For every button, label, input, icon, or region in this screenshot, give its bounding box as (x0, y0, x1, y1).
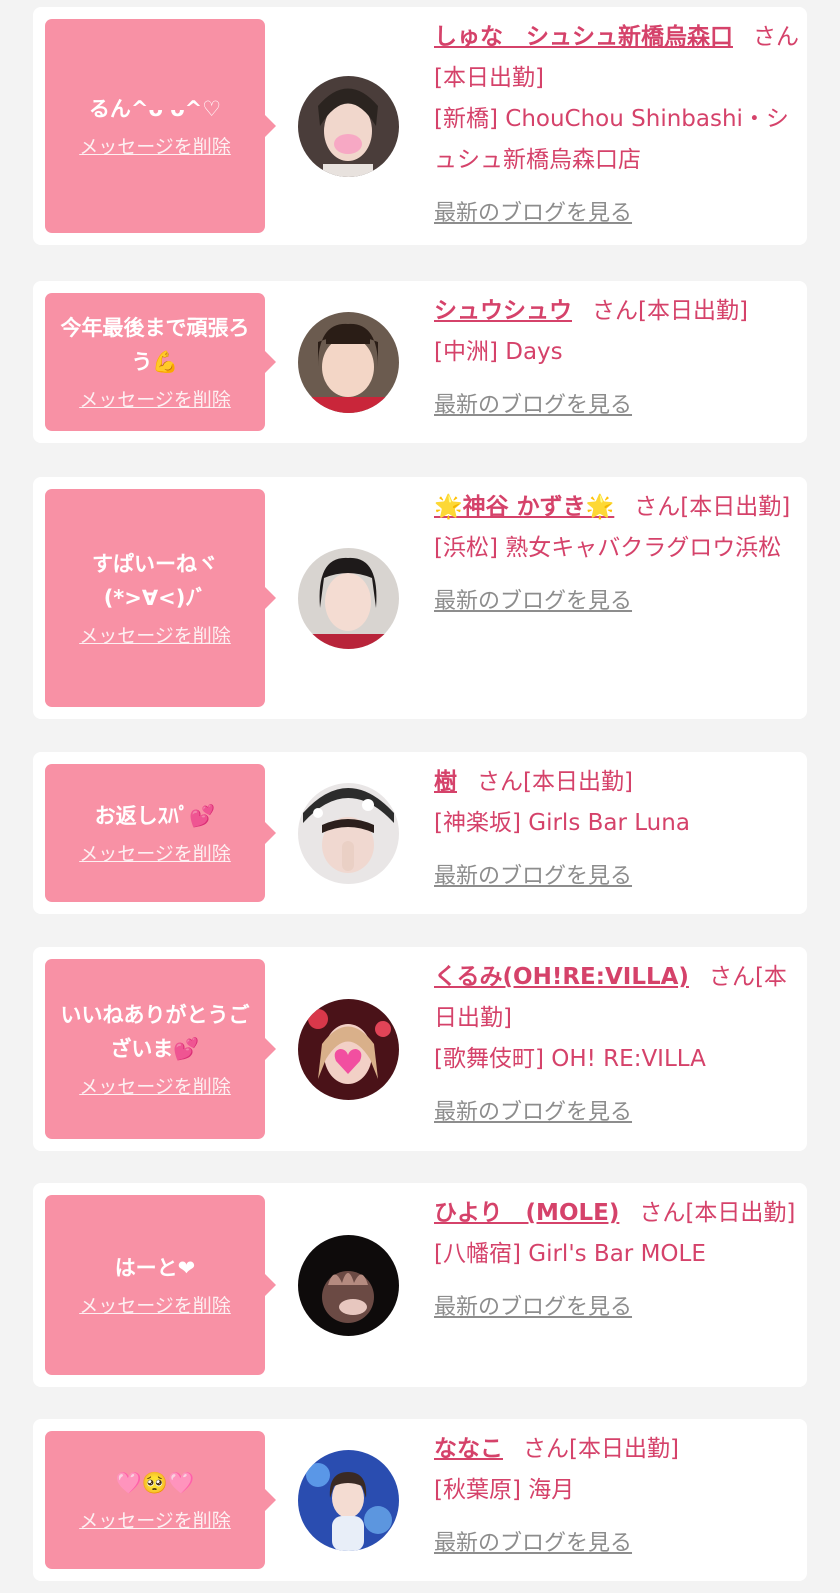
shop-name: [秋葉原] 海月 (434, 1477, 575, 1503)
user-name-link[interactable]: ななこ (434, 1436, 503, 1462)
user-name-link[interactable]: しゅな シュシュ新橋烏森口 (434, 24, 733, 50)
delete-message-link[interactable]: メッセージを削除 (79, 134, 231, 160)
user-name-link[interactable]: ひより (MOLE) (434, 1200, 619, 1226)
user-suffix: さん[本日出勤] (634, 494, 791, 520)
message-text: はーと❤ (114, 1256, 196, 1280)
blog-link[interactable]: 最新のブログを見る (434, 193, 632, 234)
notification-card: いいねありがとうございま💕 メッセージを削除 くるみ(OH!RE:VILLA) さ… (33, 947, 807, 1151)
notification-card: お返しｽﾊﾟ💕 メッセージを削除 樹さん[本日出勤] [神楽坂] Girls B… (33, 752, 807, 914)
notification-card: るん^ᴗ ᴗ^♡ メッセージを削除 しゅな シュシュ新橋烏森口 さん[本日出勤] … (33, 7, 807, 245)
message-bubble: いいねありがとうございま💕 メッセージを削除 (45, 959, 276, 1139)
message-text: お返しｽﾊﾟ💕 (94, 804, 216, 828)
delete-message-link[interactable]: メッセージを削除 (79, 1074, 231, 1100)
message-bubble: はーと❤ メッセージを削除 (45, 1195, 276, 1375)
avatar[interactable] (298, 548, 399, 649)
message-text: 🩷🥺🩷 (115, 1471, 195, 1495)
user-suffix: さん[本日出勤] (592, 298, 748, 324)
message-bubble: るん^ᴗ ᴗ^♡ メッセージを削除 (45, 19, 276, 233)
shop-name: [新橋] ChouChou Shinbashi・シュシュ新橋烏森口店 (434, 106, 789, 173)
avatar[interactable] (298, 999, 399, 1100)
avatar[interactable] (298, 1450, 399, 1551)
notification-card: はーと❤ メッセージを削除 ひより (MOLE) さん[本日出勤] [八幡宿] G… (33, 1183, 807, 1387)
delete-message-link[interactable]: メッセージを削除 (79, 841, 231, 867)
blog-link[interactable]: 最新のブログを見る (434, 1287, 632, 1328)
shop-name: [浜松] 熟女キャバクラグロウ浜松 (434, 535, 782, 561)
notification-card: すぱいーねヾ(*>∀<)ﾉﾞ メッセージを削除 🌟神谷 かずき🌟 さん[本日出勤]… (33, 477, 807, 719)
avatar[interactable] (298, 76, 399, 177)
blog-link[interactable]: 最新のブログを見る (434, 1092, 632, 1133)
blog-link[interactable]: 最新のブログを見る (434, 581, 632, 622)
entry-info: 樹さん[本日出勤] [神楽坂] Girls Bar Luna 最新のブログを見る (434, 762, 799, 897)
message-text: 今年最後まで頑張ろう💪 (60, 316, 250, 374)
avatar[interactable] (298, 312, 399, 413)
user-suffix: さん[本日出勤] (523, 1436, 679, 1462)
user-name-link[interactable]: くるみ(OH!RE:VILLA) (434, 964, 689, 990)
shop-name: [神楽坂] Girls Bar Luna (434, 810, 690, 836)
shop-name: [中洲] Days (434, 339, 563, 365)
message-bubble: お返しｽﾊﾟ💕 メッセージを削除 (45, 764, 276, 902)
delete-message-link[interactable]: メッセージを削除 (79, 1508, 231, 1534)
delete-message-link[interactable]: メッセージを削除 (79, 623, 231, 649)
message-text: すぱいーねヾ(*>∀<)ﾉﾞ (92, 552, 218, 610)
notification-card: 今年最後まで頑張ろう💪 メッセージを削除 シュウシュウ さん[本日出勤] [中洲]… (33, 281, 807, 443)
entry-info: ひより (MOLE) さん[本日出勤] [八幡宿] Girl's Bar MOLE… (434, 1193, 799, 1328)
entry-info: くるみ(OH!RE:VILLA) さん[本日出勤] [歌舞伎町] OH! RE:V… (434, 957, 799, 1133)
entry-info: しゅな シュシュ新橋烏森口 さん[本日出勤] [新橋] ChouChou Shin… (434, 17, 799, 234)
shop-name: [八幡宿] Girl's Bar MOLE (434, 1241, 706, 1267)
message-bubble: 🩷🥺🩷 メッセージを削除 (45, 1431, 276, 1569)
entry-info: シュウシュウ さん[本日出勤] [中洲] Days 最新のブログを見る (434, 291, 799, 426)
blog-link[interactable]: 最新のブログを見る (434, 856, 632, 897)
delete-message-link[interactable]: メッセージを削除 (79, 1293, 231, 1319)
message-text: いいねありがとうございま💕 (60, 1003, 250, 1061)
user-suffix: さん[本日出勤] (477, 769, 633, 795)
user-suffix: さん[本日出勤] (639, 1200, 796, 1226)
blog-link[interactable]: 最新のブログを見る (434, 1523, 632, 1564)
user-name-link[interactable]: シュウシュウ (434, 298, 572, 324)
notification-card: 🩷🥺🩷 メッセージを削除 ななこ さん[本日出勤] [秋葉原] 海月 最新のブログ… (33, 1419, 807, 1581)
shop-name: [歌舞伎町] OH! RE:VILLA (434, 1046, 706, 1072)
message-text: るん^ᴗ ᴗ^♡ (88, 97, 222, 121)
entry-info: 🌟神谷 かずき🌟 さん[本日出勤] [浜松] 熟女キャバクラグロウ浜松 最新のブロ… (434, 487, 799, 622)
avatar[interactable] (298, 1235, 399, 1336)
message-bubble: すぱいーねヾ(*>∀<)ﾉﾞ メッセージを削除 (45, 489, 276, 707)
blog-link[interactable]: 最新のブログを見る (434, 385, 632, 426)
entry-info: ななこ さん[本日出勤] [秋葉原] 海月 最新のブログを見る (434, 1429, 799, 1564)
message-bubble: 今年最後まで頑張ろう💪 メッセージを削除 (45, 293, 276, 431)
avatar[interactable] (298, 783, 399, 884)
user-name-link[interactable]: 🌟神谷 かずき🌟 (434, 494, 614, 520)
delete-message-link[interactable]: メッセージを削除 (79, 387, 231, 413)
user-name-link[interactable]: 樹 (434, 769, 457, 795)
